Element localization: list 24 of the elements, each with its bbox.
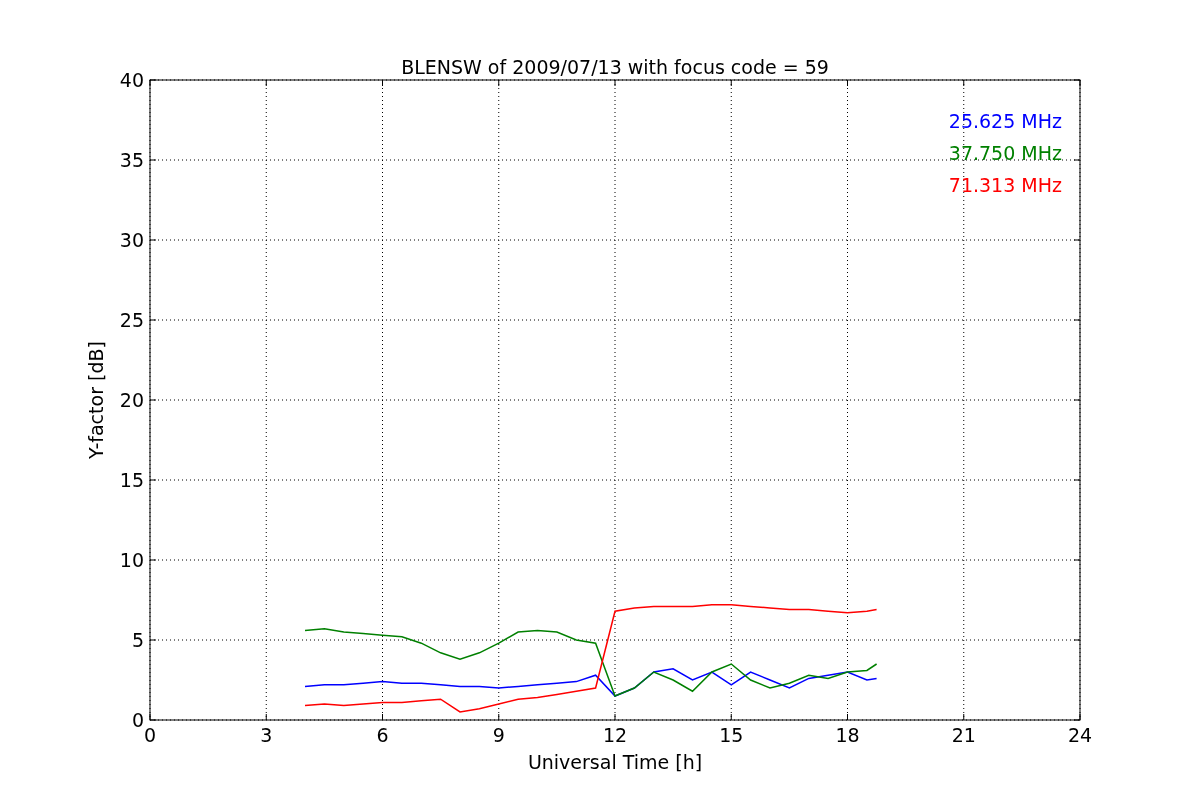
tick-label: 15 [119, 469, 144, 491]
tick-label: 5 [131, 629, 144, 651]
tick-label: 40 [119, 69, 144, 91]
tick-label: 9 [492, 724, 505, 746]
legend-label: 71.313 MHz [948, 174, 1062, 196]
chart-title: BLENSW of 2009/07/13 with focus code = 59 [401, 56, 829, 78]
tick-label: 30 [119, 229, 144, 251]
tick-label: 35 [119, 149, 144, 171]
y-axis-label: Y-factor [dB] [85, 341, 107, 459]
legend-label: 25.625 MHz [948, 110, 1062, 132]
tick-label: 0 [131, 709, 144, 731]
tick-label: 12 [602, 724, 628, 746]
tick-label: 15 [719, 724, 744, 746]
tick-label: 25 [119, 309, 144, 331]
tick-label: 10 [119, 549, 144, 571]
x-axis-label: Universal Time [h] [527, 751, 703, 773]
tick-label: 6 [376, 724, 389, 746]
tick-label: 18 [835, 724, 860, 746]
tick-label: 0 [143, 724, 157, 746]
tick-label: 24 [1067, 724, 1093, 746]
tick-label: 21 [951, 724, 976, 746]
tick-label: 3 [260, 724, 273, 746]
tick-label: 20 [119, 389, 144, 411]
legend-label: 37.750 MHz [948, 142, 1062, 164]
